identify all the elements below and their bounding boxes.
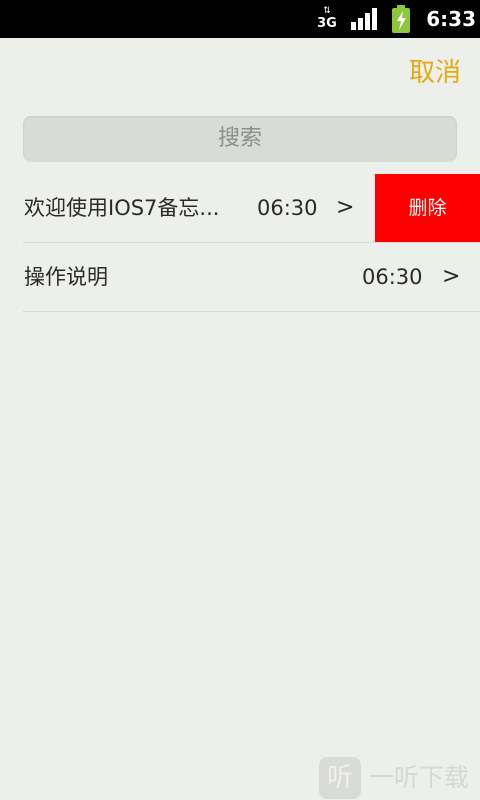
status-time: 6:33 [426, 7, 476, 31]
search-input[interactable]: 搜索 [23, 116, 457, 162]
divider [23, 311, 480, 312]
note-title: 操作说明 [24, 265, 108, 289]
delete-button[interactable]: 删除 [375, 174, 480, 242]
note-time: 06:30 [362, 265, 423, 289]
chevron-right-icon: > [336, 195, 355, 220]
chevron-right-icon: > [442, 264, 461, 289]
watermark: 听 一听下载 [319, 757, 479, 799]
watermark-text: 一听下载 [369, 763, 470, 792]
note-time: 06:30 [257, 196, 318, 220]
battery-charging-icon [392, 5, 410, 33]
search-placeholder: 搜索 [217, 126, 262, 151]
cancel-button[interactable]: 取消 [400, 52, 470, 94]
network-3g-icon: ⇅ 3G [316, 6, 338, 32]
signal-strength-icon [351, 8, 377, 30]
note-title: 欢迎使用IOS7备忘... [24, 196, 220, 220]
network-type-label: 3G [317, 16, 337, 31]
watermark-logo-icon: 听 [319, 757, 361, 799]
note-list-item[interactable]: 欢迎使用IOS7备忘... 06:30 > 删除 [0, 174, 480, 242]
note-list-item[interactable]: 操作说明 06:30 > [0, 243, 480, 311]
status-bar: ⇅ 3G 6:33 [0, 0, 480, 38]
data-arrows-icon: ⇅ [323, 6, 331, 16]
